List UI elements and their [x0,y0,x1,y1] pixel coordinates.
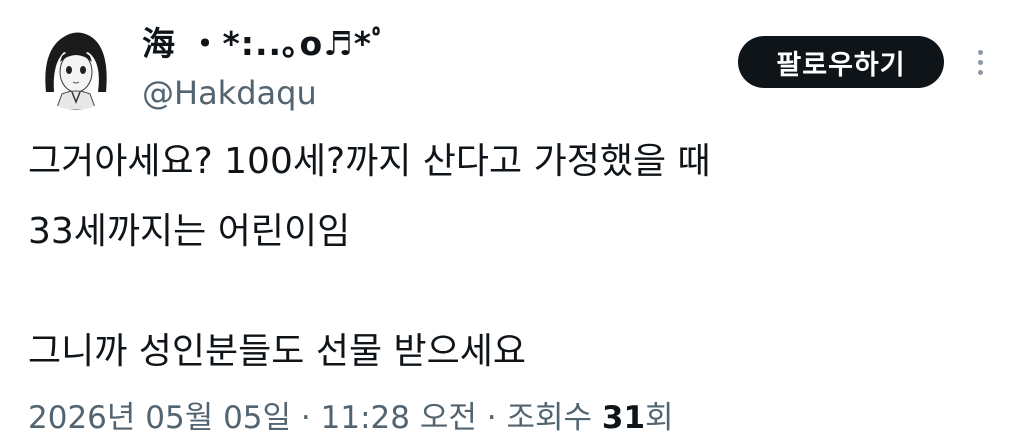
follow-button[interactable]: 팔로우하기 [738,36,944,88]
separator: · [486,400,497,436]
tweet-line: 33세까지는 어린이임 [28,211,351,252]
tweet-date[interactable]: 2026년 05월 05일 [28,400,291,436]
views-suffix: 회 [645,400,674,436]
tweet-line: 그니까 성인분들도 선물 받으세요 [28,331,527,372]
avatar[interactable] [32,22,120,110]
anime-girl-avatar-icon [32,22,120,110]
user-handle[interactable]: @Hakdaqu [142,72,317,114]
tweet-card: 海 ・*:..｡o♬*ﾟ @Hakdaqu 팔로우하기 그거아세요? 100세?… [0,0,1024,448]
dot [977,49,983,55]
views-count: 31 [601,400,646,436]
vertical-ellipsis-icon[interactable] [968,40,992,84]
separator: · [300,400,311,436]
tweet-line: 그거아세요? 100세?까지 산다고 가정했을 때 [28,141,711,182]
views-label: 조회수 [506,400,593,436]
tweet-meta: 2026년 05월 05일 · 11:28 오전 · 조회수 31회 [28,396,674,440]
dot [977,59,983,65]
display-name[interactable]: 海 ・*:..｡o♬*ﾟ [142,22,390,66]
dot [977,69,983,75]
tweet-time[interactable]: 11:28 오전 [321,400,477,436]
